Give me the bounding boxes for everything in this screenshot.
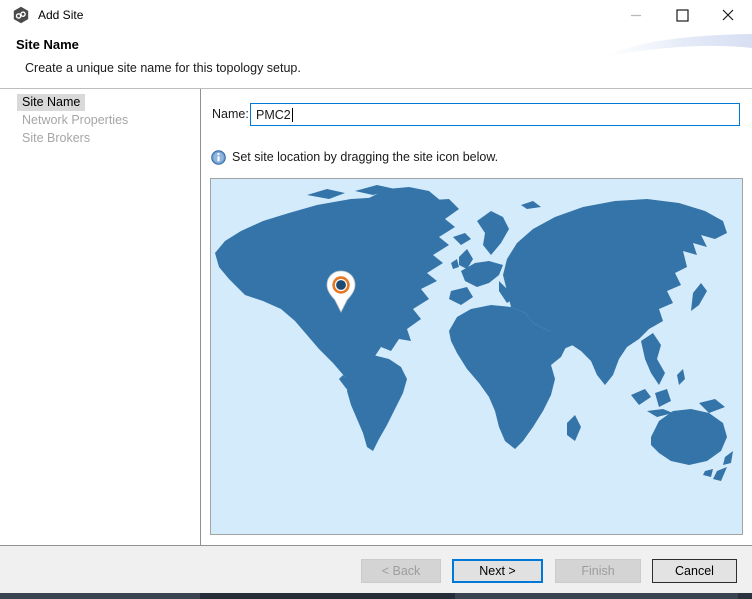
cancel-button[interactable]: Cancel — [652, 559, 737, 583]
site-name-input[interactable]: PMC2 — [250, 103, 740, 126]
minimize-icon — [630, 9, 642, 21]
background-window-edge-segment — [200, 593, 455, 599]
window-controls — [613, 0, 751, 30]
maximize-button[interactable] — [659, 0, 705, 30]
sidebar-item-site-brokers: Site Brokers — [17, 130, 95, 147]
sidebar-item-site-name[interactable]: Site Name — [17, 94, 85, 111]
location-pin-icon[interactable] — [326, 270, 356, 313]
window-title: Add Site — [38, 0, 83, 30]
name-label: Name: — [212, 107, 249, 121]
main-panel: Name: PMC2 Set site location by dragging… — [202, 89, 752, 545]
wizard-steps-sidebar: Site Name Network Properties Site Broker… — [0, 89, 201, 545]
info-row: Set site location by dragging the site i… — [211, 149, 498, 165]
background-window-edge-corner — [738, 593, 752, 599]
titlebar: Add Site — [0, 0, 752, 30]
close-icon — [722, 9, 734, 21]
finish-button: Finish — [555, 559, 641, 583]
world-map-svg — [211, 179, 742, 534]
text-caret — [292, 108, 293, 122]
info-circle-icon — [211, 150, 226, 165]
page-subtitle: Create a unique site name for this topol… — [25, 61, 301, 75]
wizard-header: Site Name Create a unique site name for … — [0, 30, 752, 89]
info-text: Set site location by dragging the site i… — [232, 150, 498, 164]
background-window-edge — [0, 593, 752, 599]
add-site-dialog: Add Site Site Name Cr — [0, 0, 752, 599]
sidebar-item-network-properties: Network Properties — [17, 112, 133, 129]
minimize-button — [613, 0, 659, 30]
header-decoration — [602, 32, 752, 58]
dialog-body: Site Name Network Properties Site Broker… — [0, 89, 752, 545]
next-button[interactable]: Next > — [452, 559, 543, 583]
page-title: Site Name — [16, 37, 79, 52]
site-location-map[interactable] — [210, 178, 743, 535]
continents — [215, 185, 733, 481]
maximize-icon — [676, 9, 689, 22]
button-bar: < Back Next > Finish Cancel — [0, 546, 752, 593]
back-button: < Back — [361, 559, 441, 583]
site-name-value: PMC2 — [256, 108, 291, 122]
close-button[interactable] — [705, 0, 751, 30]
hexagon-links-icon — [12, 6, 30, 24]
